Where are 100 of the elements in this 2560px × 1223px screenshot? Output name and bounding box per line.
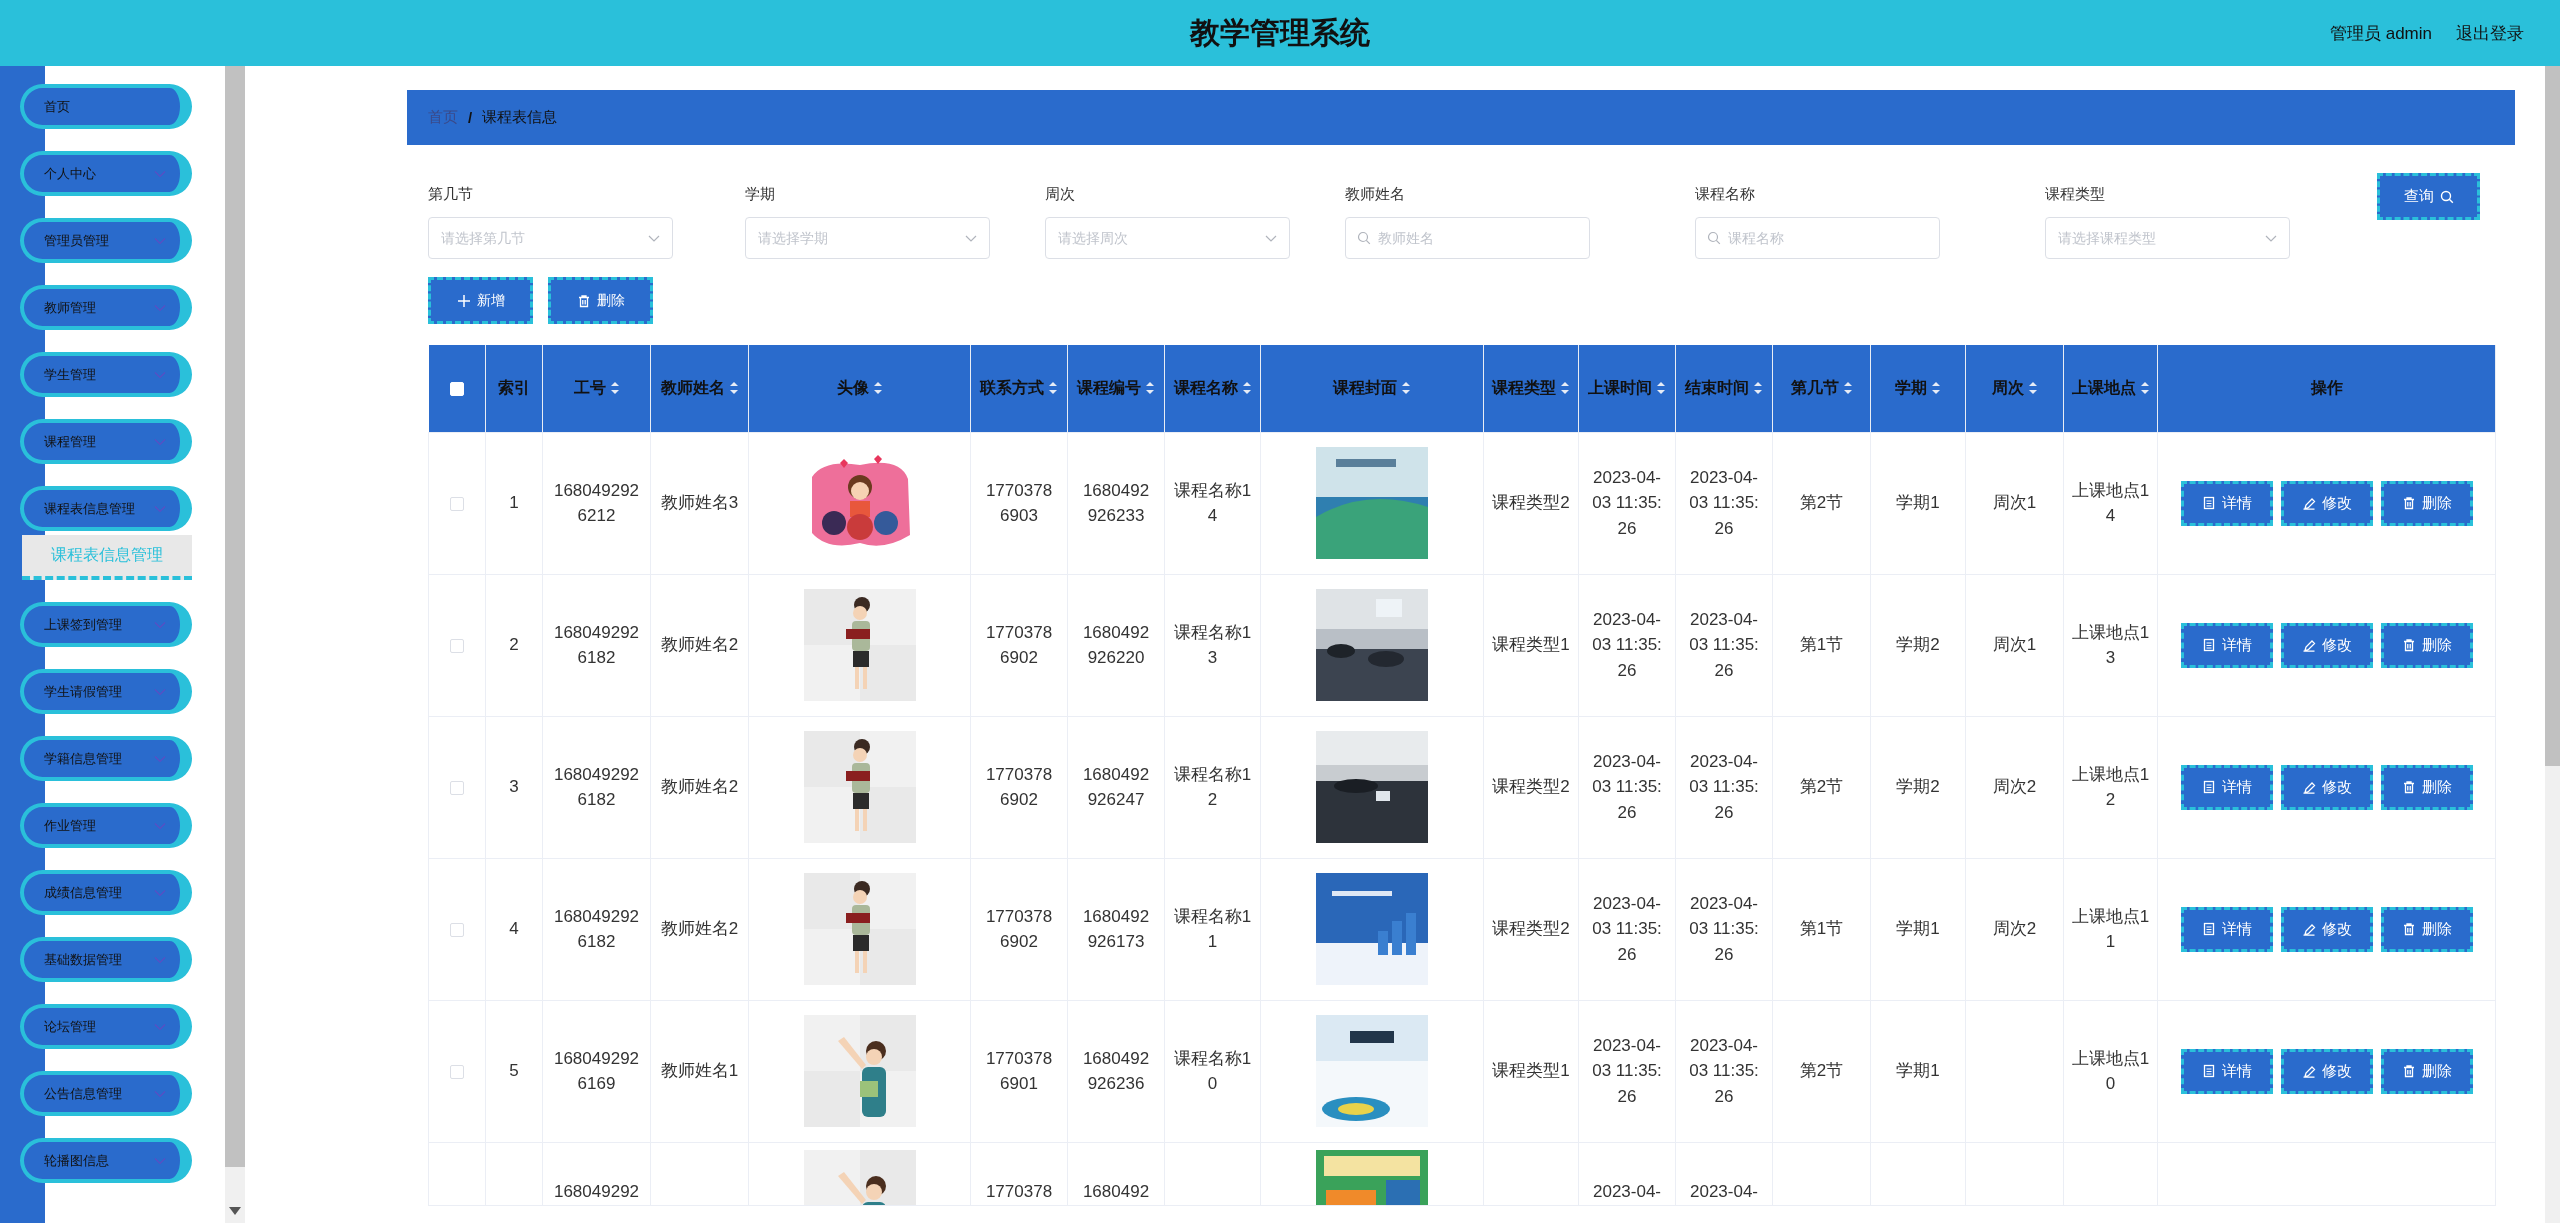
table-cell: 教师姓名2 — [660, 635, 739, 655]
table-cell: 周次2 — [1992, 777, 2037, 797]
delete-button[interactable]: 删除 — [2380, 1048, 2473, 1094]
menu-item[interactable]: 管理员管理 — [20, 218, 192, 263]
table-cell: 17703786902 — [985, 622, 1053, 667]
table-cell: 17703786902 — [985, 764, 1053, 809]
menu-item[interactable]: 首页 — [20, 84, 192, 129]
edit-button[interactable]: 修改 — [2280, 906, 2373, 952]
delete-button[interactable]: 删除 — [2380, 622, 2473, 668]
sort-icon[interactable] — [2139, 381, 2150, 396]
user-label: 管理员 admin — [2329, 22, 2432, 45]
add-button[interactable]: 新增 — [428, 277, 533, 324]
sort-icon[interactable] — [1842, 381, 1853, 396]
search-field[interactable]: 课程名称 — [1695, 217, 1940, 259]
edit-button[interactable]: 修改 — [2280, 480, 2373, 526]
sort-icon[interactable] — [1145, 381, 1155, 396]
chevron-down-icon — [154, 888, 166, 897]
details-button[interactable]: 详情 — [2180, 622, 2273, 668]
menu-item[interactable]: 学生管理 — [20, 352, 192, 397]
sort-icon[interactable] — [1241, 381, 1252, 396]
column-header: 课程名称 — [1173, 377, 1238, 398]
sort-icon[interactable] — [2027, 381, 2038, 396]
table-cell: 周次2 — [1992, 919, 2037, 939]
chevron-down-icon — [154, 169, 166, 178]
table-cell: 1680492926233 — [1082, 480, 1150, 525]
document-icon — [2201, 638, 2216, 652]
sort-icon[interactable] — [1931, 381, 1941, 396]
checkbox[interactable] — [450, 638, 464, 653]
column-header: 索引 — [498, 377, 530, 398]
table-cell: 学期2 — [1896, 635, 1940, 655]
sort-icon[interactable] — [1401, 381, 1411, 396]
sort-icon[interactable] — [1656, 381, 1666, 396]
table-cell: 上课地点13 — [2071, 622, 2150, 667]
table-cell: 教师姓名3 — [660, 493, 739, 513]
table-cell: 第2节 — [1799, 493, 1844, 513]
menu-item[interactable]: 作业管理 — [20, 803, 192, 848]
edit-button[interactable]: 修改 — [2280, 1048, 2373, 1094]
delete-button[interactable]: 删除 — [548, 277, 653, 324]
search-button[interactable]: 查询 — [2377, 173, 2480, 220]
sort-icon[interactable] — [728, 381, 739, 396]
delete-button[interactable]: 删除 — [2380, 764, 2473, 810]
search-icon — [1707, 231, 1721, 245]
table-cell: 周次1 — [1992, 635, 2037, 655]
checkbox[interactable] — [450, 780, 464, 795]
select-field[interactable]: 请选择周次 — [1045, 217, 1290, 259]
menu-item[interactable]: 成绩信息管理 — [20, 870, 192, 915]
table-cell: 1680492 — [1082, 1182, 1150, 1201]
menu-item[interactable]: 轮播图信息 — [20, 1138, 192, 1183]
table-cell: 1680492926182 — [553, 906, 640, 951]
details-button[interactable]: 详情 — [2180, 764, 2273, 810]
chevron-down-icon — [154, 754, 166, 763]
search-field[interactable]: 教师姓名 — [1345, 217, 1590, 259]
table-cell: 1680492926182 — [553, 622, 640, 667]
menu-item[interactable]: 学籍信息管理 — [20, 736, 192, 781]
sort-icon[interactable] — [1753, 381, 1763, 396]
checkbox[interactable] — [450, 496, 464, 511]
details-button[interactable]: 详情 — [2180, 480, 2273, 526]
select-field[interactable]: 请选择课程类型 — [2045, 217, 2290, 259]
sort-icon[interactable] — [872, 381, 883, 396]
menu-item[interactable]: 论坛管理 — [20, 1004, 192, 1049]
table-cell: 教师姓名2 — [660, 777, 739, 797]
delete-button[interactable]: 删除 — [2380, 906, 2473, 952]
table-cell: 课程类型2 — [1492, 919, 1570, 939]
select-field[interactable]: 请选择第几节 — [428, 217, 673, 259]
details-button[interactable]: 详情 — [2180, 1048, 2273, 1094]
edit-button[interactable]: 修改 — [2280, 622, 2373, 668]
filter-label: 课程类型 — [2045, 185, 2106, 204]
sort-icon[interactable] — [609, 381, 620, 396]
menu-item[interactable]: 学生请假管理 — [20, 669, 192, 714]
menu-item[interactable]: 基础数据管理 — [20, 937, 192, 982]
logout-link[interactable]: 退出登录 — [2456, 21, 2524, 45]
sort-icon[interactable] — [1048, 381, 1058, 396]
chevron-down-icon — [154, 1089, 166, 1098]
menu-item[interactable]: 公告信息管理 — [20, 1071, 192, 1116]
menu-item[interactable]: 课程表信息管理 — [20, 486, 192, 531]
delete-button[interactable]: 删除 — [2380, 480, 2473, 526]
menu-item[interactable]: 个人中心 — [20, 151, 192, 196]
column-header: 周次 — [1991, 377, 2024, 398]
details-button[interactable]: 详情 — [2180, 906, 2273, 952]
plus-icon — [456, 293, 471, 308]
table-cell: 教师姓名1 — [660, 1061, 739, 1081]
select-field[interactable]: 请选择学期 — [745, 217, 990, 259]
table-cell: 上课地点10 — [2071, 1048, 2150, 1093]
table-cell: 课程名称10 — [1173, 1048, 1252, 1093]
menu-item[interactable]: 上课签到管理 — [20, 602, 192, 647]
edit-button[interactable]: 修改 — [2280, 764, 2373, 810]
scroll-down-arrow-icon[interactable] — [229, 1207, 241, 1215]
menu-item[interactable]: 教师管理 — [20, 285, 192, 330]
chevron-down-icon — [154, 504, 166, 513]
search-icon — [1357, 231, 1371, 245]
table-cell: 课程名称11 — [1173, 906, 1252, 951]
table-cell: 2023-04-03 11:35:26 — [1689, 1035, 1759, 1106]
checkbox[interactable] — [450, 922, 464, 937]
scrollbar[interactable] — [2545, 66, 2560, 1223]
sort-icon[interactable] — [1560, 381, 1570, 396]
table-cell: 课程类型1 — [1492, 635, 1570, 655]
checkbox[interactable] — [450, 1064, 464, 1079]
trash-icon — [2401, 922, 2416, 936]
scrollbar[interactable] — [225, 66, 245, 1223]
menu-item[interactable]: 课程管理 — [20, 419, 192, 464]
